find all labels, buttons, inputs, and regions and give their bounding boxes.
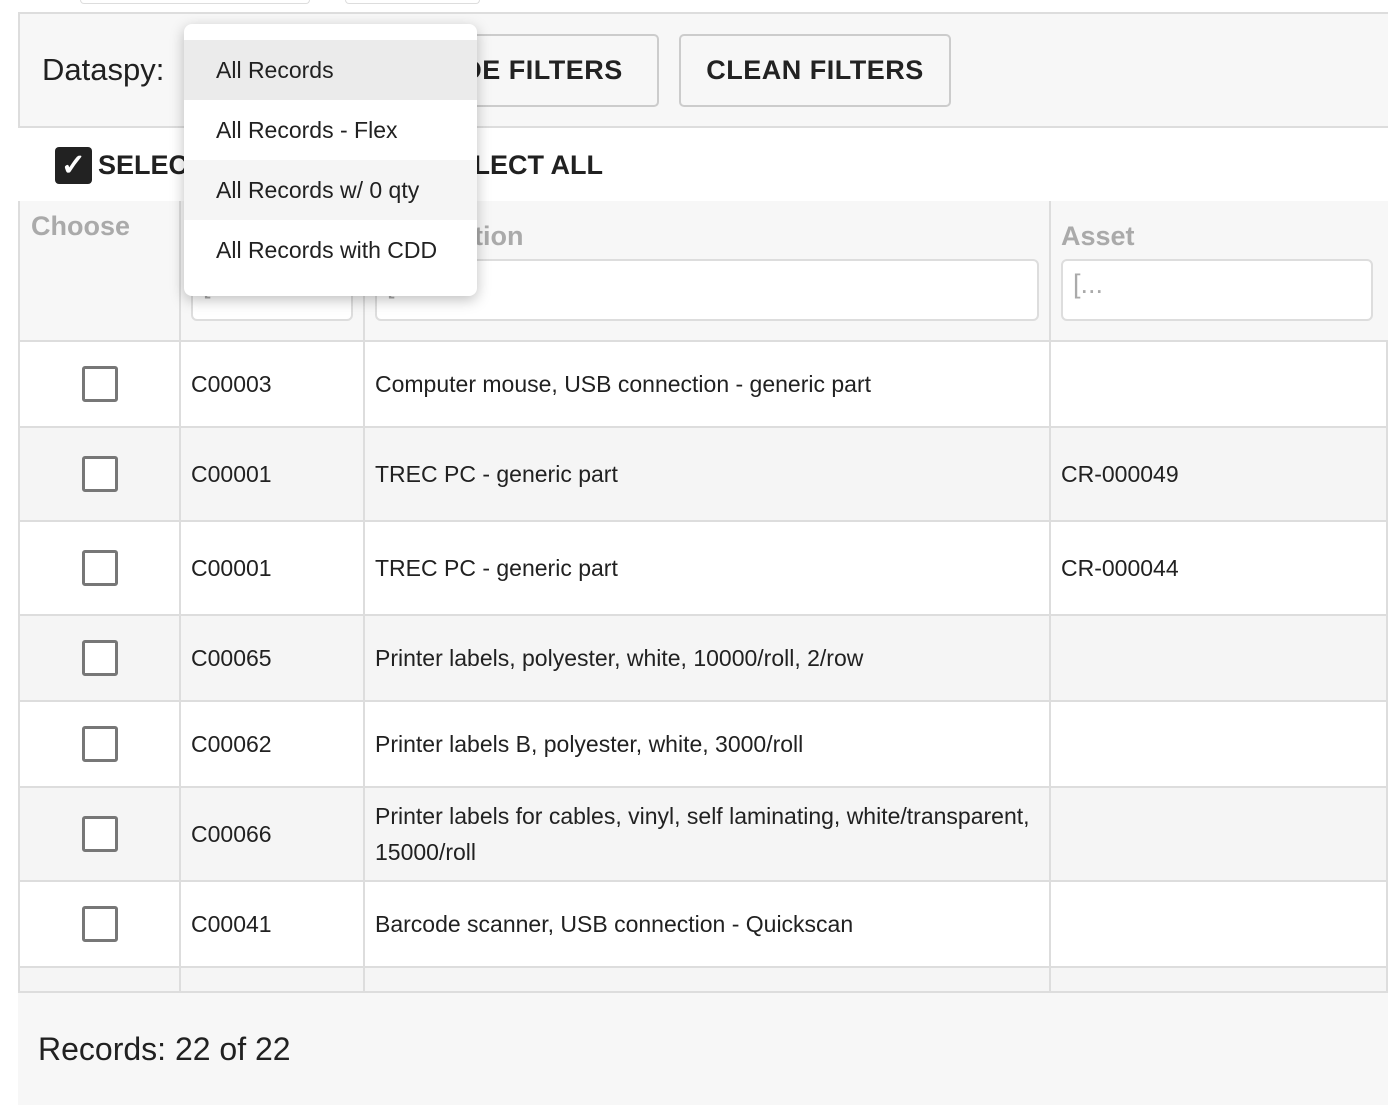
table-row[interactable]: C00065 Printer labels, polyester, white, …: [20, 616, 1388, 702]
dataspy-option[interactable]: All Records - Flex: [184, 100, 477, 160]
code-cell: C00041: [191, 911, 272, 937]
table-row[interactable]: C00062 Printer labels B, polyester, white…: [20, 702, 1388, 788]
code-cell: C00062: [191, 731, 272, 757]
dataspy-dropdown-menu: All Records All Records - Flex All Recor…: [184, 24, 477, 296]
table-row[interactable]: C00001 TREC PC - generic part CR-000044: [20, 522, 1388, 616]
description-cell: Barcode scanner, USB connection - Quicks…: [375, 911, 854, 937]
asset-cell: [1051, 616, 1381, 700]
dataspy-option[interactable]: All Records w/ 0 qty: [184, 160, 477, 220]
column-asset: Asset [...: [1051, 201, 1388, 340]
row-checkbox[interactable]: [81, 640, 118, 676]
asset-cell: [1051, 788, 1381, 880]
select-all-checkbox[interactable]: ✓: [55, 146, 92, 184]
row-checkbox[interactable]: [81, 456, 118, 492]
asset-cell: CR-000044: [1061, 555, 1179, 581]
table-row[interactable]: C00001 TREC PC - generic part CR-000049: [20, 428, 1388, 522]
row-checkbox[interactable]: [81, 550, 118, 586]
row-checkbox-cell: [20, 522, 179, 614]
asset-filter-input[interactable]: [...: [1061, 259, 1373, 321]
row-checkbox-cell: [20, 428, 179, 520]
dataspy-option[interactable]: All Records: [184, 40, 477, 100]
row-checkbox-cell: [20, 342, 179, 426]
code-cell: C00001: [191, 461, 272, 487]
top-control-stub: [345, 0, 480, 4]
top-control-stub: [80, 0, 310, 4]
dataspy-option[interactable]: All Records with CDD: [184, 220, 477, 280]
table-row[interactable]: C00003 Computer mouse, USB connection - g…: [20, 342, 1388, 428]
dataspy-label: Dataspy:: [42, 52, 165, 87]
code-cell: C00001: [191, 555, 272, 581]
asset-cell: [1051, 342, 1381, 426]
table-row[interactable]: C00066 Printer labels for cables, vinyl, …: [20, 788, 1388, 882]
row-checkbox[interactable]: [81, 726, 118, 762]
records-table: Choose [... Description [... Asset [... …: [18, 201, 1388, 993]
asset-cell: CR-000049: [1061, 461, 1179, 487]
description-cell: TREC PC - generic part: [375, 555, 618, 581]
row-checkbox[interactable]: [81, 816, 118, 852]
records-count: Records: 22 of 22: [38, 1031, 291, 1067]
column-choose: Choose: [20, 201, 181, 340]
code-cell: C00003: [191, 371, 272, 397]
description-cell: Printer labels B, polyester, white, 3000…: [375, 731, 804, 757]
description-cell: Computer mouse, USB connection - generic…: [375, 371, 872, 397]
code-cell: C00065: [191, 645, 272, 671]
clean-filters-button[interactable]: CLEAN FILTERS: [679, 34, 951, 107]
asset-cell: [1051, 882, 1381, 966]
description-cell: Printer labels, polyester, white, 10000/…: [375, 645, 864, 671]
row-checkbox-cell: [20, 882, 179, 966]
asset-cell: [1051, 702, 1381, 786]
table-row[interactable]: C00041 Barcode scanner, USB connection - …: [20, 882, 1388, 968]
description-cell: TREC PC - generic part: [375, 461, 618, 487]
row-checkbox[interactable]: [81, 366, 118, 402]
row-checkbox-cell: [20, 702, 179, 786]
table-row[interactable]: [20, 968, 1388, 991]
row-checkbox-cell: [20, 616, 179, 700]
header-choose: Choose: [31, 211, 131, 241]
description-cell: Printer labels for cables, vinyl, self l…: [375, 803, 1030, 865]
code-cell: C00066: [191, 821, 272, 847]
table-footer: Records: 22 of 22: [18, 993, 1388, 1105]
row-checkbox[interactable]: [81, 906, 118, 942]
row-checkbox-cell: [20, 788, 179, 880]
header-asset: Asset: [1061, 221, 1135, 251]
